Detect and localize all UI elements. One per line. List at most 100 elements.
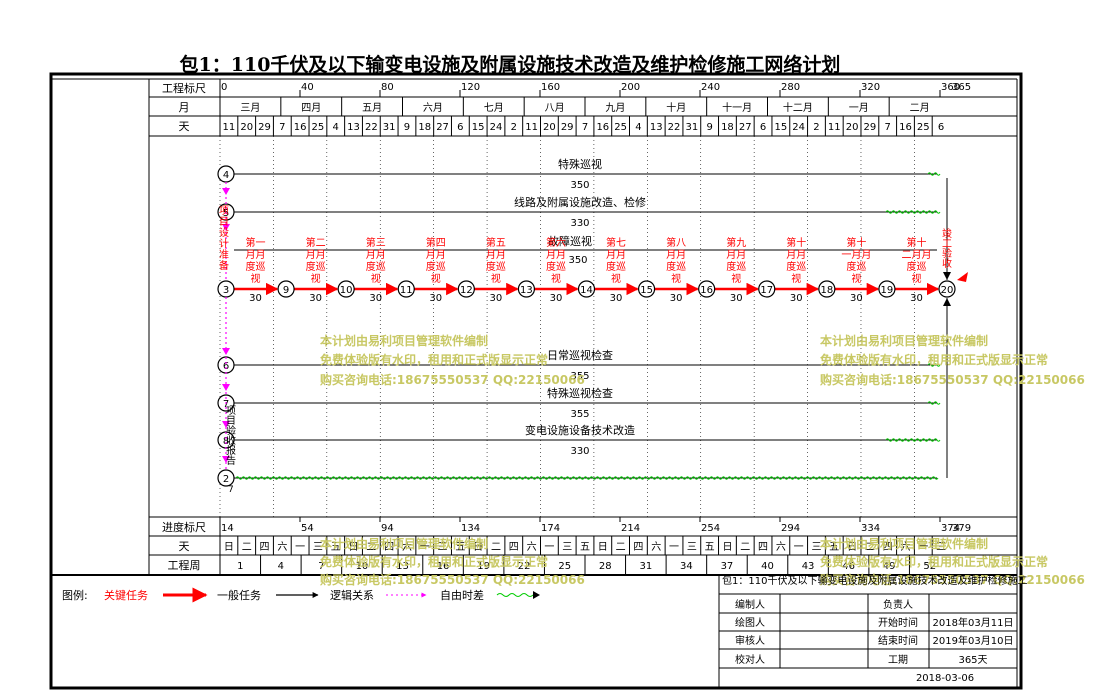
network-node-label: 9 [283, 285, 289, 296]
day-label: 18 [418, 122, 431, 133]
month-label: 十一月 [722, 101, 752, 114]
watermark-1: 本计划由易利项目管理软件编制 免费体验版有水印，租用和正式版显示正常 购买咨询电… [320, 333, 585, 387]
day-label: 20 [846, 122, 859, 133]
weekday-label: 一 [544, 542, 554, 553]
footer-weekday-label: 天 [179, 540, 190, 553]
critical-duration: 30 [369, 293, 382, 304]
critical-task-name: 第十 [786, 236, 806, 249]
critical-task-name: 一月月 [841, 249, 871, 261]
day-label: 31 [685, 122, 698, 133]
day-label: 16 [596, 122, 609, 133]
critical-task-name: 度巡 [366, 260, 386, 273]
svg-text:免费体验版有水印，租用和正式版显示正常: 免费体验版有水印，租用和正式版显示正常 [320, 352, 548, 367]
network-plan-chart: 工程标尺 月 天 进度标尺 天 工程周 0 40 80 120 160 200 240 280… [49, 72, 1085, 690]
weekday-label: 六 [527, 541, 537, 553]
progress-label: 94 [381, 523, 394, 534]
weekday-label: 日 [224, 542, 234, 553]
network-node-label: 13 [520, 285, 533, 296]
legend-float-wave [496, 593, 534, 597]
critical-task-name: 月月 [546, 249, 566, 261]
legend-float-label: 自由时差 [440, 588, 484, 602]
critical-task-name: 月月 [306, 249, 326, 261]
info-rows: 编制人 负责人绘图人 开始时间 2018年03月11日审核人 结束时间 2019年03月1… [735, 598, 1013, 666]
month-label: 六月 [423, 102, 443, 114]
critical-task-name: 第三 [366, 236, 386, 249]
network-node-label: 11 [400, 285, 413, 296]
day-gridlines [219, 136, 915, 517]
svg-text:购买咨询电话:18675550537 QQ:22150066: 购买咨询电话:18675550537 QQ:22150066 [320, 372, 585, 387]
top-scale-end: 365 [952, 82, 971, 93]
top-scale: 0 40 80 120 160 200 240 280 320 360365 [219, 82, 971, 97]
progress-scale: 14 54 94 134 174 214 254 294 334 374379 [219, 517, 971, 534]
task-duration: 350 [570, 180, 589, 191]
critical-task-name: 第八 [666, 236, 686, 249]
top-scale-label: 120 [461, 82, 480, 93]
network-node-label: 17 [760, 285, 773, 296]
top-scale-label: 200 [621, 82, 640, 93]
network-node-label: 2 [223, 474, 229, 485]
critical-task-name: 视 [851, 272, 861, 285]
info-value: 2019年03月10日 [933, 634, 1014, 647]
critical-task-name: 第五 [486, 236, 506, 249]
info-project-name: 包1：110千伏及以下输变电设施及附属设施技术改造及维护检修施工 [722, 574, 1027, 587]
task-duration: 330 [570, 218, 589, 229]
day-label: 18 [721, 122, 734, 133]
progress-label: 214 [621, 523, 640, 534]
legend-critical-label: 关键任务 [104, 588, 148, 602]
weekday-label: 六 [277, 541, 287, 553]
info-label: 开始时间 [878, 616, 918, 629]
network-node-label: 20 [941, 285, 954, 296]
weekday-label: 四 [758, 542, 768, 553]
week-label: 28 [599, 561, 612, 572]
header-scale-label: 工程标尺 [162, 81, 206, 95]
weekday-label: 四 [509, 542, 519, 553]
critical-task-name: 度巡 [786, 260, 806, 273]
month-label: 四月 [301, 102, 321, 114]
day-label: 11 [223, 122, 236, 133]
critical-duration: 30 [550, 293, 563, 304]
watermark-2: 本计划由易利项目管理软件编制 免费体验版有水印，租用和正式版显示正常 购买咨询电… [820, 333, 1085, 387]
day-label: 25 [312, 122, 325, 133]
network-node-label: 12 [460, 285, 473, 296]
critical-task-name: 度巡 [666, 260, 686, 273]
critical-task-name: 视 [731, 272, 741, 285]
logic-arrowhead [222, 348, 230, 355]
day-label: 7 [279, 122, 285, 133]
svg-text:购买咨询电话:18675550537 QQ:22150066: 购买咨询电话:18675550537 QQ:22150066 [820, 372, 1085, 387]
legend-float-arrowhead [533, 591, 540, 599]
info-label: 结束时间 [878, 634, 918, 647]
task-duration: 350 [568, 255, 587, 266]
critical-duration: 30 [790, 293, 803, 304]
critical-task-name: 第二 [306, 236, 326, 249]
day-label: 25 [917, 122, 930, 133]
network-node-label: 15 [640, 285, 653, 296]
critical-task-name: 第四 [426, 236, 446, 249]
weekday-label: 一 [295, 542, 305, 553]
week-label: 43 [802, 561, 815, 572]
svg-text:免费体验版有水印，租用和正式版显示正常: 免费体验版有水印，租用和正式版显示正常 [320, 554, 548, 569]
day-label: 27 [739, 122, 752, 133]
header-month-label: 月 [179, 101, 190, 114]
weekday-label: 二 [242, 542, 252, 553]
finish-flag [957, 272, 968, 282]
critical-task-name: 第十 [846, 236, 866, 249]
critical-task-name: 度巡 [546, 260, 566, 273]
day-label: 13 [650, 122, 663, 133]
critical-task-name: 度巡 [426, 260, 446, 273]
month-label: 七月 [484, 102, 504, 114]
logic-arrowhead [222, 188, 230, 195]
day-label: 7 [582, 122, 588, 133]
network-body: 特殊巡视3504线路及附属设施改造、检修3305日常巡视检查3556特殊巡视检查… [217, 157, 968, 495]
info-value: 2018年03月11日 [933, 616, 1014, 629]
info-value: 365天 [958, 655, 987, 666]
week-label: 4 [278, 561, 284, 572]
info-label: 审核人 [735, 634, 765, 647]
info-label: 负责人 [883, 598, 913, 611]
critical-task-name: 月月 [786, 249, 806, 261]
day-label: 16 [899, 122, 912, 133]
legend-logic-label: 逻辑关系 [330, 588, 374, 602]
progress-label: 14 [221, 523, 234, 534]
header-grid [149, 79, 1017, 575]
vertical-label-acceptance-report: 项目验收报告 [224, 405, 236, 466]
critical-duration: 30 [429, 293, 442, 304]
